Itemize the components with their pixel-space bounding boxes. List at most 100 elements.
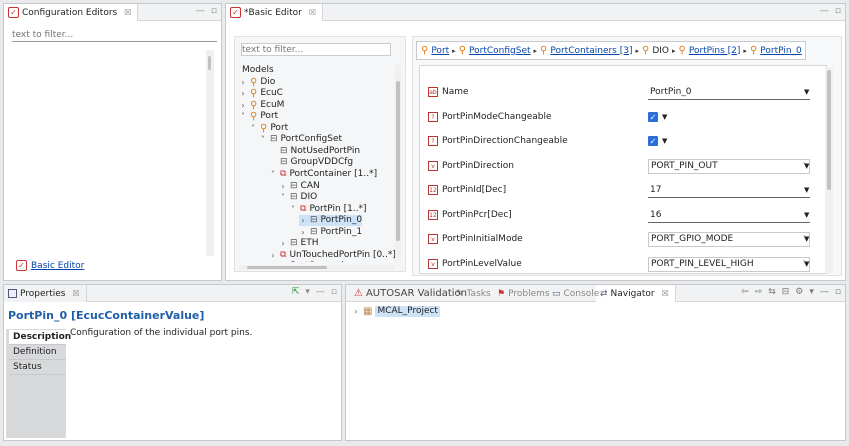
dropdown-arrow-icon[interactable]: ▼ bbox=[662, 137, 667, 145]
dropdown-arrow-icon[interactable]: ▼ bbox=[804, 235, 809, 243]
tab-autosar-validation[interactable]: ⚠ AUTOSAR Validation bbox=[350, 285, 473, 302]
dropdown-arrow-icon[interactable]: ▼ bbox=[804, 186, 809, 194]
link-icon[interactable]: ⇆ bbox=[768, 287, 776, 297]
breadcrumb-item[interactable]: PortPin_0 bbox=[760, 46, 802, 56]
tab-navigator[interactable]: ⇄ Navigator ☒ bbox=[596, 285, 676, 302]
maximize-icon[interactable]: ▫ bbox=[835, 287, 841, 297]
tree-scrollbar-v[interactable] bbox=[395, 65, 401, 262]
breadcrumb-item[interactable]: Port bbox=[431, 46, 449, 56]
parameter-combo[interactable]: PORT_PIN_OUT ˅ bbox=[648, 158, 810, 174]
expand-arrow-icon[interactable]: › bbox=[239, 100, 247, 111]
expand-arrow-icon[interactable]: › bbox=[239, 77, 247, 88]
tree-filter-input[interactable] bbox=[241, 43, 391, 56]
tree-item[interactable]: ˅ ⚲ Port bbox=[239, 111, 278, 122]
breadcrumb-item[interactable]: PortPins [2] bbox=[689, 46, 741, 56]
expand-arrow-icon[interactable]: › bbox=[269, 250, 277, 261]
basic-editor-link-row[interactable]: ✓ Basic Editor bbox=[16, 260, 84, 271]
expand-arrow-icon[interactable]: › bbox=[352, 306, 360, 317]
close-icon[interactable]: ☒ bbox=[124, 8, 131, 17]
collapse-arrow-icon[interactable]: ˅ bbox=[289, 204, 297, 215]
tree-item[interactable]: › ⧉ UnTouchedPortPin [0..*] bbox=[269, 250, 396, 261]
tree-item[interactable]: ˅ ⚲ Port bbox=[249, 123, 288, 134]
parameter-scrollbar[interactable] bbox=[825, 68, 833, 273]
parameter-input[interactable]: 17 bbox=[648, 183, 810, 198]
breadcrumb-item[interactable]: PortContainers [3] bbox=[550, 46, 632, 56]
close-icon[interactable]: ☒ bbox=[662, 289, 669, 298]
collapse-all-icon[interactable]: ⊟ bbox=[782, 287, 790, 297]
forward-icon[interactable]: ⇨ bbox=[755, 287, 763, 297]
minimize-icon[interactable]: — bbox=[820, 287, 829, 297]
scrollbar-thumb[interactable] bbox=[827, 70, 831, 190]
tree-item[interactable]: › ⊟ PortPin_1 bbox=[299, 227, 362, 238]
properties-tab-status[interactable]: Status bbox=[9, 360, 66, 375]
tree-item[interactable]: ˅ ⊟ PortConfigSet bbox=[259, 134, 342, 145]
maximize-icon[interactable]: ▫ bbox=[331, 287, 337, 297]
boolean-param-icon: ? bbox=[428, 136, 438, 146]
tree-item[interactable]: › ⊟ PortPin_0 bbox=[299, 215, 363, 227]
maximize-icon[interactable]: ▫ bbox=[211, 6, 217, 16]
dropdown-arrow-icon[interactable]: ▼ bbox=[662, 113, 667, 121]
collapse-arrow-icon[interactable]: ˅ bbox=[279, 192, 287, 203]
checkbox[interactable]: ✓ bbox=[648, 112, 658, 122]
dropdown-arrow-icon[interactable]: ▼ bbox=[804, 162, 809, 170]
expand-arrow-icon[interactable]: › bbox=[279, 181, 287, 192]
tree-item[interactable]: › ⚲ EcuM bbox=[239, 100, 284, 111]
tab-basic-editor[interactable]: ✓ *Basic Editor ☒ bbox=[226, 4, 323, 21]
parameter-input[interactable]: PortPin_0 bbox=[648, 85, 810, 100]
tree-item[interactable]: › ⚲ Dio bbox=[239, 77, 275, 88]
collapse-arrow-icon[interactable]: ˅ bbox=[239, 111, 247, 122]
tree-scrollbar-h[interactable] bbox=[239, 265, 395, 270]
filter-icon[interactable]: ⚙ bbox=[795, 287, 803, 297]
breadcrumb-item[interactable]: DIO bbox=[652, 46, 669, 56]
tree-item[interactable]: ˅ ⧉ PortPin [1..*] bbox=[289, 204, 367, 215]
parameter-combo[interactable]: PORT_PIN_LEVEL_HIGH ˅ bbox=[648, 256, 810, 272]
collapse-arrow-icon[interactable]: ˅ bbox=[249, 123, 257, 134]
properties-tab-description[interactable]: Description bbox=[9, 330, 71, 345]
config-editors-scrollbar[interactable] bbox=[206, 50, 214, 256]
scrollbar-thumb[interactable] bbox=[396, 81, 400, 241]
multi-container-icon: ⧉ bbox=[280, 249, 287, 260]
view-menu-icon[interactable]: ▾ bbox=[305, 287, 310, 297]
parameter-input[interactable]: 16 bbox=[648, 208, 810, 223]
close-icon[interactable]: ☒ bbox=[309, 8, 316, 17]
tree-item[interactable]: ˅ ⧉ PortContainer [1..*] bbox=[269, 169, 377, 180]
tree-item[interactable]: › ⚲ EcuC bbox=[239, 88, 283, 99]
back-icon[interactable]: ⇦ bbox=[741, 287, 749, 297]
tree-item[interactable]: › ⊟ ETH bbox=[279, 238, 318, 249]
tree-item[interactable]: ⊟ GroupVDDCfg bbox=[269, 157, 353, 168]
tree-item[interactable]: ⊟PortGeneral bbox=[269, 261, 344, 262]
collapse-arrow-icon[interactable]: ˅ bbox=[269, 169, 277, 180]
dropdown-arrow-icon[interactable]: ▼ bbox=[804, 211, 809, 219]
tab-console[interactable]: ▭ Console bbox=[548, 285, 605, 302]
tab-configuration-editors[interactable]: ✓ Configuration Editors ☒ bbox=[4, 4, 139, 21]
properties-tab-definition[interactable]: Definition bbox=[9, 345, 66, 360]
expand-arrow-icon[interactable]: › bbox=[299, 215, 307, 226]
minimize-icon[interactable]: — bbox=[316, 287, 325, 297]
tab-problems[interactable]: ⚑ Problems bbox=[493, 285, 556, 302]
close-icon[interactable]: ☒ bbox=[72, 289, 79, 298]
expand-arrow-icon[interactable]: › bbox=[299, 227, 307, 238]
collapse-arrow-icon[interactable]: ˅ bbox=[259, 134, 267, 145]
pin-icon[interactable]: ⇱ bbox=[292, 287, 300, 297]
config-filter-input[interactable] bbox=[12, 28, 217, 42]
minimize-icon[interactable]: — bbox=[196, 6, 205, 16]
tree-item[interactable]: ˅ ⊟ DIO bbox=[279, 192, 317, 203]
basic-editor-link[interactable]: Basic Editor bbox=[31, 261, 84, 271]
tab-properties[interactable]: Properties ☒ bbox=[4, 285, 87, 302]
expand-arrow-icon[interactable]: › bbox=[239, 88, 247, 99]
tree-item[interactable]: ⊟ NotUsedPortPin bbox=[269, 146, 360, 157]
tree-item[interactable]: Models bbox=[239, 65, 274, 76]
view-menu-icon[interactable]: ▾ bbox=[809, 287, 814, 297]
breadcrumb-item[interactable]: PortConfigSet bbox=[469, 46, 531, 56]
dropdown-arrow-icon[interactable]: ▼ bbox=[804, 88, 809, 96]
scrollbar-thumb[interactable] bbox=[247, 266, 327, 269]
checkbox[interactable]: ✓ bbox=[648, 136, 658, 146]
maximize-icon[interactable]: ▫ bbox=[835, 6, 841, 16]
dropdown-arrow-icon[interactable]: ▼ bbox=[804, 260, 809, 268]
navigator-project-row[interactable]: › ▦ MCAL_Project bbox=[352, 306, 440, 317]
expand-arrow-icon[interactable]: › bbox=[279, 238, 287, 249]
tree-item[interactable]: › ⊟ CAN bbox=[279, 181, 319, 192]
parameter-combo[interactable]: PORT_GPIO_MODE ˅ bbox=[648, 231, 810, 247]
scrollbar-thumb[interactable] bbox=[208, 56, 211, 70]
minimize-icon[interactable]: — bbox=[820, 6, 829, 16]
